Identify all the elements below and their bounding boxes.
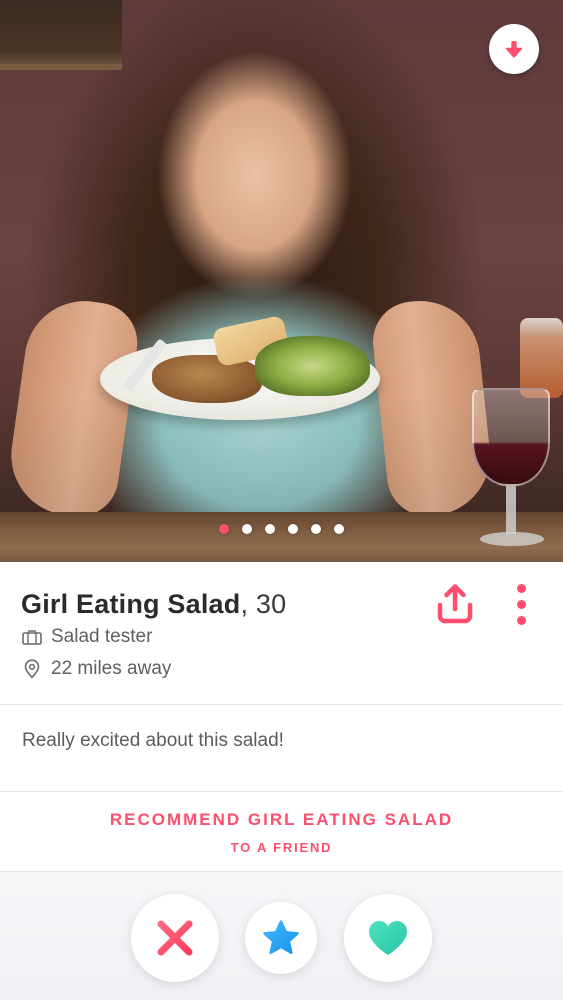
action-bar bbox=[0, 872, 563, 1000]
share-icon bbox=[437, 584, 473, 624]
recommend-to-friend-button[interactable]: RECOMMEND GIRL EATING SALAD TO A FRIEND bbox=[0, 792, 563, 872]
heart-icon bbox=[369, 921, 407, 955]
share-button[interactable] bbox=[435, 582, 475, 626]
arrow-down-icon bbox=[505, 41, 523, 58]
more-vertical-icon-dot bbox=[516, 615, 526, 625]
profile-name-age: Girl Eating Salad, 30 bbox=[21, 589, 286, 620]
carousel-dot[interactable] bbox=[242, 524, 252, 534]
recommend-title: RECOMMEND GIRL EATING SALAD bbox=[109, 810, 454, 829]
profile-photo[interactable] bbox=[0, 0, 563, 562]
profile-distance-text: 22 miles away bbox=[51, 658, 172, 679]
x-icon bbox=[157, 920, 193, 956]
divider bbox=[0, 704, 563, 705]
close-profile-button[interactable] bbox=[489, 24, 539, 74]
photo-carousel-indicator bbox=[0, 524, 563, 534]
nope-button[interactable] bbox=[131, 894, 219, 982]
more-vertical-icon-dot bbox=[516, 583, 526, 593]
more-vertical-icon-dot bbox=[516, 599, 526, 609]
location-pin-icon bbox=[24, 659, 40, 679]
profile-age: , 30 bbox=[240, 589, 287, 619]
carousel-dot[interactable] bbox=[334, 524, 344, 534]
star-icon bbox=[263, 920, 299, 955]
profile-job: Salad tester bbox=[22, 626, 152, 648]
profile-bio: Really excited about this salad! bbox=[22, 730, 284, 751]
carousel-dot[interactable] bbox=[265, 524, 275, 534]
briefcase-icon bbox=[22, 630, 42, 645]
profile-distance: 22 miles away bbox=[22, 658, 171, 680]
like-button[interactable] bbox=[344, 894, 432, 982]
super-like-button[interactable] bbox=[245, 902, 317, 974]
carousel-dot[interactable] bbox=[311, 524, 321, 534]
recommend-subtitle: TO A FRIEND bbox=[230, 840, 333, 855]
profile-info: Girl Eating Salad, 30 Salad tester 22 mi… bbox=[0, 562, 563, 704]
profile-job-text: Salad tester bbox=[51, 626, 153, 647]
carousel-dot[interactable] bbox=[288, 524, 298, 534]
carousel-dot[interactable] bbox=[219, 524, 229, 534]
profile-name: Girl Eating Salad bbox=[21, 589, 241, 619]
photo-vignette bbox=[0, 0, 563, 562]
more-options-button[interactable] bbox=[508, 582, 534, 626]
